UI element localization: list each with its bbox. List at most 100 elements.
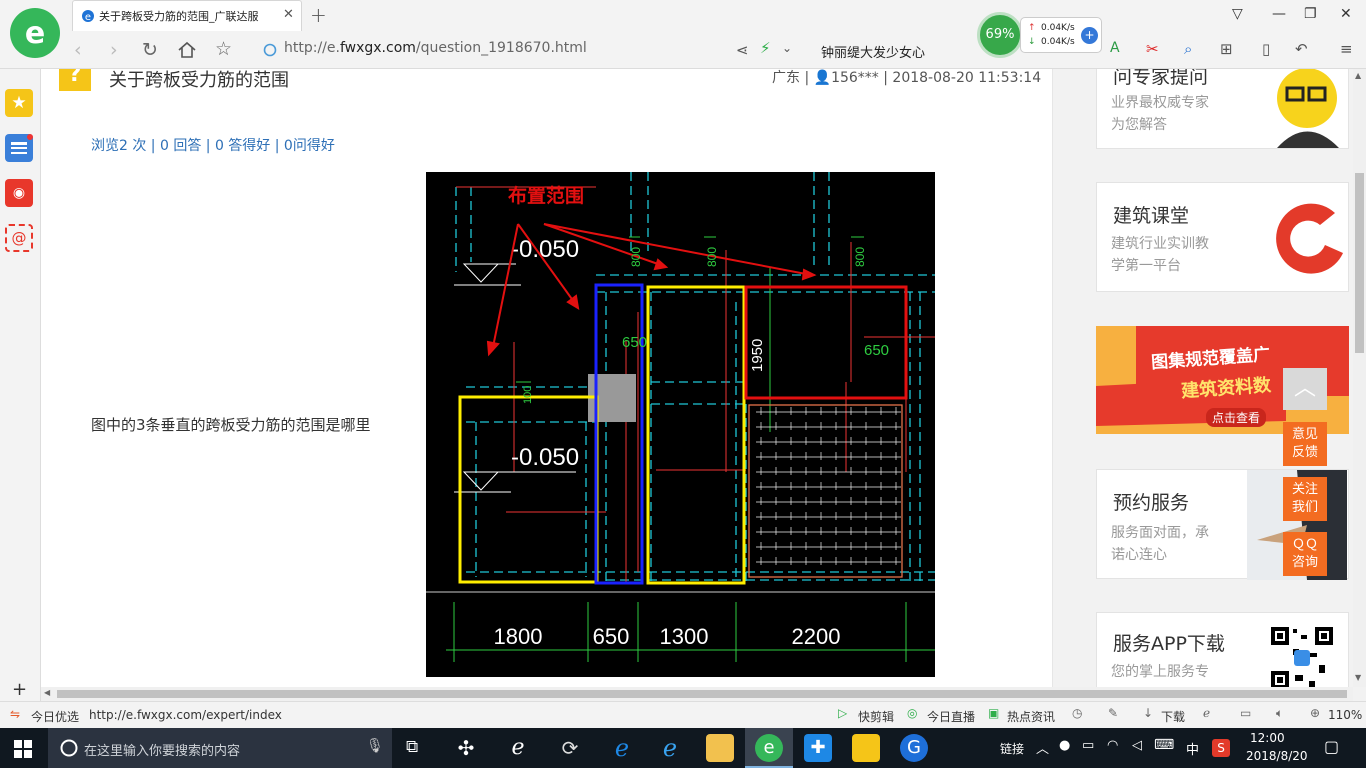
vertical-scroll-thumb[interactable] bbox=[1355, 173, 1364, 353]
keyboard-icon[interactable]: ⌨ bbox=[1154, 737, 1174, 753]
card-ask-expert[interactable]: 问专家提问 业界最权威专家 为您解答 bbox=[1096, 69, 1349, 149]
upload-arrow-icon: ↑ bbox=[1028, 23, 1036, 33]
taskbar-glodon-icon[interactable]: G bbox=[900, 734, 928, 762]
wifi-icon[interactable]: ◠ bbox=[1107, 738, 1118, 753]
browser-logo-icon[interactable]: e bbox=[10, 8, 60, 58]
zoom-icon[interactable]: ⊕ bbox=[1310, 706, 1320, 720]
tray-chevron-icon[interactable]: ︿ bbox=[1036, 738, 1049, 757]
taskbar-file-explorer-icon[interactable] bbox=[706, 734, 734, 762]
elevation-label-top: -0.050 bbox=[511, 236, 579, 263]
card-app-download[interactable]: 服务APP下载 您的掌上服务专 bbox=[1096, 612, 1349, 687]
favorites-star-icon[interactable]: ★ bbox=[5, 89, 33, 117]
search-suggestion[interactable]: 钟丽缇大发少女心 bbox=[821, 42, 925, 61]
taskbar-active-app[interactable]: e bbox=[745, 728, 793, 768]
taskbar-notes-icon[interactable] bbox=[852, 734, 880, 762]
scroll-up-icon[interactable]: ▲ bbox=[1355, 71, 1361, 80]
search-icon[interactable]: ⌕ bbox=[1184, 40, 1192, 58]
reload-icon[interactable]: ↻ bbox=[142, 39, 158, 61]
dim-2200: 2200 bbox=[792, 624, 841, 649]
browser-e-icon[interactable]: ℯ bbox=[1203, 706, 1210, 720]
url-domain: fwxgx.com bbox=[339, 40, 416, 56]
scissors-icon[interactable]: ✂ bbox=[1146, 40, 1159, 58]
clock-date[interactable]: 2018/8/20 bbox=[1246, 749, 1308, 763]
clock-time[interactable]: 12:00 bbox=[1250, 731, 1285, 745]
card-title: 问专家提问 bbox=[1113, 69, 1209, 88]
task-view-icon[interactable]: ⧉ bbox=[406, 737, 418, 757]
dropdown-chevron-icon[interactable]: ⌄ bbox=[782, 41, 792, 55]
new-tab-icon[interactable]: + bbox=[310, 3, 327, 27]
mail-at-icon[interactable]: @ bbox=[5, 224, 33, 252]
card-sub1: 您的掌上服务专 bbox=[1111, 664, 1209, 680]
taskbar-swirl-icon[interactable]: ⟳ bbox=[556, 734, 584, 762]
home-icon[interactable] bbox=[177, 41, 197, 59]
live-label[interactable]: 今日直播 bbox=[927, 708, 975, 725]
float-feedback-button[interactable]: 意见 反馈 bbox=[1283, 422, 1327, 466]
scroll-left-icon[interactable]: ◀ bbox=[44, 688, 50, 697]
kuaijianji-label[interactable]: 快剪辑 bbox=[858, 708, 894, 725]
sogou-input-icon[interactable]: S bbox=[1212, 739, 1230, 757]
skin-icon[interactable]: ▽ bbox=[1232, 6, 1243, 22]
question-mark-icon: ? bbox=[59, 69, 91, 91]
share-icon[interactable]: ⋖ bbox=[736, 41, 749, 59]
window-icon[interactable]: ▭ bbox=[1240, 706, 1251, 720]
taskbar-e-browser-icon: e bbox=[755, 734, 783, 762]
vertical-scrollbar[interactable]: ▲ ▼ bbox=[1353, 69, 1366, 687]
download-label[interactable]: 下载 bbox=[1161, 708, 1185, 725]
taskbar-app-fan-icon[interactable]: ✣ bbox=[452, 734, 480, 762]
meta-user[interactable]: 156*** bbox=[831, 70, 879, 86]
speed-ball[interactable]: 69% bbox=[977, 12, 1023, 58]
tab-active[interactable]: e 关于跨板受力筋的范围_广联达服 ✕ bbox=[72, 0, 302, 31]
float-follow-button[interactable]: 关注 我们 bbox=[1283, 477, 1327, 521]
float-qq-button[interactable]: ＱＱ 咨询 bbox=[1283, 532, 1327, 576]
apps-grid-icon[interactable]: ⊞ bbox=[1220, 40, 1233, 58]
zoom-level[interactable]: 110% bbox=[1328, 708, 1362, 722]
taskbar-search-box[interactable]: 在这里输入你要搜索的内容 🎙︎ bbox=[48, 728, 392, 768]
forward-icon[interactable]: › bbox=[110, 39, 118, 61]
taskbar-tool-icon[interactable]: ✚ bbox=[804, 734, 832, 762]
lightning-icon[interactable]: ⚡ bbox=[760, 39, 771, 57]
scroll-down-icon[interactable]: ▼ bbox=[1355, 673, 1361, 682]
microphone-icon[interactable]: 🎙︎ bbox=[366, 738, 384, 754]
back-icon[interactable]: ‹ bbox=[74, 39, 82, 61]
favorite-star-icon[interactable]: ☆ bbox=[215, 38, 232, 60]
horizontal-scrollbar[interactable]: ◀ bbox=[41, 687, 1353, 701]
action-center-icon[interactable]: ▢ bbox=[1324, 737, 1339, 756]
hot-news-label[interactable]: 热点资讯 bbox=[1007, 708, 1055, 725]
float-feedback-line2: 反馈 bbox=[1291, 445, 1318, 460]
back-to-top-icon[interactable]: ︿ bbox=[1283, 368, 1327, 410]
news-list-icon[interactable] bbox=[5, 134, 33, 162]
banner-cta[interactable]: 点击查看 bbox=[1206, 408, 1267, 427]
tray-people-icon[interactable]: ● bbox=[1059, 738, 1070, 753]
taskbar-link-label[interactable]: 链接 bbox=[1000, 740, 1024, 757]
restore-icon[interactable]: ❐ bbox=[1304, 6, 1317, 22]
today-pick-label[interactable]: 今日优选 bbox=[31, 708, 79, 725]
question-meta: 广东 | 👤156*** | 2018-08-20 11:53:14 bbox=[772, 69, 1041, 87]
speedup-icon[interactable]: ◷ bbox=[1072, 706, 1082, 720]
taskbar-ie-browser-icon[interactable]: ℯ bbox=[504, 734, 532, 762]
taskbar-edge-icon[interactable]: ℯ bbox=[608, 734, 636, 762]
reader-icon[interactable]: ▯ bbox=[1262, 40, 1270, 58]
site-info-icon[interactable] bbox=[263, 43, 277, 57]
question-stats[interactable]: 浏览2 次 | 0 回答 | 0 答得好 | 0问得好 bbox=[91, 135, 335, 155]
undo-icon[interactable]: ↶ bbox=[1295, 40, 1308, 58]
card-title: 建筑课堂 bbox=[1113, 205, 1190, 227]
weibo-icon[interactable]: ◉ bbox=[5, 179, 33, 207]
dim-650: 650 bbox=[593, 624, 630, 649]
horizontal-scroll-thumb[interactable] bbox=[57, 690, 1347, 698]
ime-indicator[interactable]: 中 bbox=[1186, 739, 1199, 758]
volume-icon[interactable]: 🔈︎ bbox=[1276, 706, 1283, 721]
add-sidebar-icon[interactable]: + bbox=[12, 679, 27, 700]
menu-icon[interactable]: ≡ bbox=[1340, 40, 1353, 58]
address-bar[interactable]: http://e.fwxgx.com/question_1918670.html bbox=[284, 40, 587, 56]
windows-start-icon[interactable] bbox=[14, 740, 32, 758]
minimize-icon[interactable]: — bbox=[1272, 6, 1286, 22]
pin-icon[interactable]: ✎ bbox=[1108, 706, 1118, 720]
card-building-class[interactable]: 建筑课堂 建筑行业实训教 学第一平台 bbox=[1096, 182, 1349, 292]
plus-circle-icon[interactable]: + bbox=[1081, 27, 1098, 44]
tab-close-icon[interactable]: ✕ bbox=[283, 7, 294, 22]
speaker-icon[interactable]: ◁ bbox=[1132, 738, 1142, 753]
translate-icon[interactable]: A bbox=[1110, 40, 1120, 56]
taskbar-internet-explorer-icon[interactable]: ℯ bbox=[656, 734, 684, 762]
close-window-icon[interactable]: ✕ bbox=[1340, 6, 1352, 22]
battery-icon[interactable]: ▭ bbox=[1082, 738, 1094, 753]
